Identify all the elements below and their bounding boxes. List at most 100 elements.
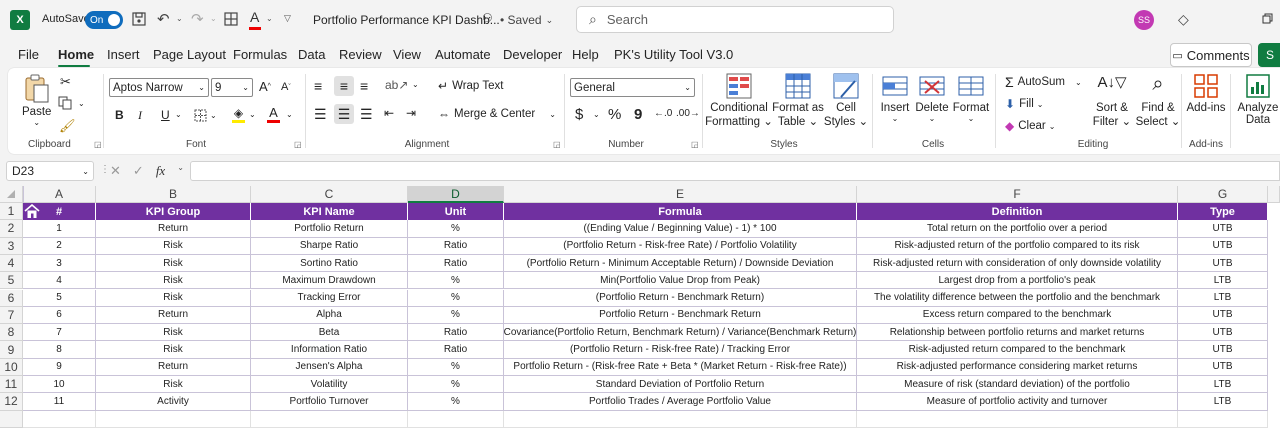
tab-data[interactable]: Data [298, 47, 325, 62]
table-cell[interactable]: Relationship between portfolio returns a… [857, 324, 1178, 342]
column-header-a[interactable]: A [23, 186, 96, 203]
number-format-dropdown[interactable]: General ⌄ [570, 78, 695, 97]
row-header-9[interactable]: 9 [0, 341, 23, 359]
clipboard-launcher-icon[interactable]: ◲ [94, 140, 102, 149]
row-header-11[interactable]: 11 [0, 376, 23, 394]
tab-insert[interactable]: Insert [107, 47, 140, 62]
table-header-cell[interactable]: Unit [408, 203, 504, 221]
font-color-dropdown-icon[interactable]: ⌄ [286, 110, 293, 119]
comments-button[interactable]: ▭ Comments [1170, 43, 1252, 67]
table-cell[interactable]: Activity [96, 393, 251, 411]
row-header-5[interactable]: 5 [0, 272, 23, 290]
table-cell[interactable]: Standard Deviation of Portfolio Return [504, 376, 857, 394]
cut-icon[interactable]: ✂ [60, 74, 71, 90]
table-cell[interactable]: LTB [1178, 272, 1268, 290]
autosave-toggle[interactable]: On [85, 11, 123, 29]
table-cell[interactable]: Maximum Drawdown [251, 272, 408, 290]
decrease-font-icon[interactable]: Aˇ [281, 81, 291, 93]
table-cell[interactable]: 2 [23, 237, 96, 255]
table-cell[interactable]: % [408, 289, 504, 307]
font-color-qa-dropdown-icon[interactable]: ⌄ [266, 14, 273, 23]
table-cell[interactable]: Portfolio Trades / Average Portfolio Val… [504, 393, 857, 411]
increase-font-icon[interactable]: A ^ [259, 79, 271, 94]
table-header-cell[interactable]: KPI Group [96, 203, 251, 221]
font-color-qa-icon[interactable]: A [250, 9, 259, 25]
table-cell[interactable]: Risk [96, 272, 251, 290]
analyze-data-button[interactable]: Analyze Data [1236, 73, 1280, 126]
table-cell[interactable]: % [408, 306, 504, 325]
table-cell[interactable]: Volatility [251, 376, 408, 394]
format-as-table-button[interactable]: Format as Table ⌄ [772, 73, 824, 128]
table-cell[interactable]: Ratio [408, 254, 504, 273]
table-cell[interactable]: UTB [1178, 220, 1268, 238]
table-cell[interactable]: Return [96, 220, 251, 238]
fill-color-dropdown-icon[interactable]: ⌄ [249, 110, 256, 119]
table-cell[interactable]: Min(Portfolio Value Drop from Peak) [504, 272, 857, 290]
add-ins-button[interactable]: Add-ins [1184, 73, 1228, 114]
cell-borders-icon[interactable]: ⌄ [194, 109, 217, 122]
formula-input[interactable] [190, 161, 1280, 181]
table-cell[interactable]: 5 [23, 289, 96, 307]
tab-automate[interactable]: Automate [435, 47, 491, 62]
row-header-2[interactable]: 2 [0, 220, 23, 238]
percent-button[interactable]: % [608, 106, 621, 123]
empty-cell[interactable] [857, 410, 1178, 428]
underline-dropdown-icon[interactable]: ⌄ [175, 110, 182, 119]
table-cell[interactable]: Measure of risk (standard deviation) of … [857, 376, 1178, 394]
fill-color-button[interactable]: ◈ [232, 106, 245, 123]
table-cell[interactable]: 3 [23, 254, 96, 273]
cancel-entry-icon[interactable]: ✕ [110, 163, 121, 179]
table-cell[interactable]: Return [96, 358, 251, 376]
font-launcher-icon[interactable]: ◲ [294, 140, 302, 149]
table-cell[interactable]: LTB [1178, 393, 1268, 411]
row-header-10[interactable]: 10 [0, 358, 23, 376]
table-cell[interactable]: Portfolio Return [251, 220, 408, 238]
redo-icon[interactable]: ↷ [191, 10, 204, 28]
align-right-icon[interactable]: ☰ [360, 106, 373, 123]
redo-dropdown-icon[interactable]: ⌄ [210, 14, 217, 23]
insert-cells-button[interactable]: Insert ⌄ [878, 73, 912, 123]
increase-indent-icon[interactable]: ⇥ [406, 106, 416, 120]
table-cell[interactable]: Portfolio Return - Benchmark Return [504, 306, 857, 325]
table-cell[interactable]: UTB [1178, 306, 1268, 325]
table-cell[interactable]: Ratio [408, 341, 504, 359]
increase-decimal-icon[interactable]: ←.0 [654, 108, 672, 119]
row-header-8[interactable]: 8 [0, 324, 23, 342]
wrap-text-button[interactable]: ↵ Wrap Text [438, 79, 503, 93]
table-cell[interactable]: 6 [23, 306, 96, 325]
document-title[interactable]: Portfolio Performance KPI Dashb... [313, 13, 500, 27]
italic-button[interactable]: I [138, 108, 142, 123]
table-header-cell[interactable]: Formula [504, 203, 857, 221]
table-cell[interactable]: Return [96, 306, 251, 325]
tab-file[interactable]: File [18, 47, 39, 62]
table-cell[interactable]: % [408, 220, 504, 238]
table-cell[interactable]: 10 [23, 376, 96, 394]
orientation-icon[interactable]: ab↗ [385, 78, 408, 92]
column-header-g[interactable]: G [1178, 186, 1268, 203]
table-cell[interactable]: Risk [96, 254, 251, 273]
orientation-dropdown-icon[interactable]: ⌄ [412, 80, 419, 89]
table-header-cell[interactable]: Definition [857, 203, 1178, 221]
currency-dropdown-icon[interactable]: ⌄ [593, 110, 600, 119]
row-header-12[interactable]: 12 [0, 393, 23, 411]
row-header-1[interactable]: 1 [0, 203, 23, 221]
column-header-f[interactable]: F [857, 186, 1178, 203]
column-header-e[interactable]: E [504, 186, 857, 203]
empty-cell[interactable] [23, 410, 96, 428]
cell-styles-button[interactable]: Cell Styles ⌄ [824, 73, 868, 128]
tab-view[interactable]: View [393, 47, 421, 62]
number-launcher-icon[interactable]: ◲ [691, 140, 699, 149]
premium-diamond-icon[interactable]: ◇ [1178, 11, 1189, 28]
tab-help[interactable]: Help [572, 47, 599, 62]
delete-cells-button[interactable]: Delete ⌄ [914, 73, 950, 123]
table-cell[interactable]: % [408, 272, 504, 290]
table-cell[interactable]: UTB [1178, 254, 1268, 273]
search-box[interactable]: ⌕ Search [576, 6, 894, 33]
table-cell[interactable]: Risk-adjusted return with consideration … [857, 254, 1178, 273]
comma-style-button[interactable]: 9 [634, 106, 642, 123]
tab-page-layout[interactable]: Page Layout [153, 47, 226, 62]
table-cell[interactable]: Beta [251, 324, 408, 342]
table-cell[interactable]: (Portfolio Return - Benchmark Return) [504, 289, 857, 307]
table-cell[interactable]: ((Ending Value / Beginning Value) - 1) *… [504, 220, 857, 238]
table-cell[interactable]: Information Ratio [251, 341, 408, 359]
